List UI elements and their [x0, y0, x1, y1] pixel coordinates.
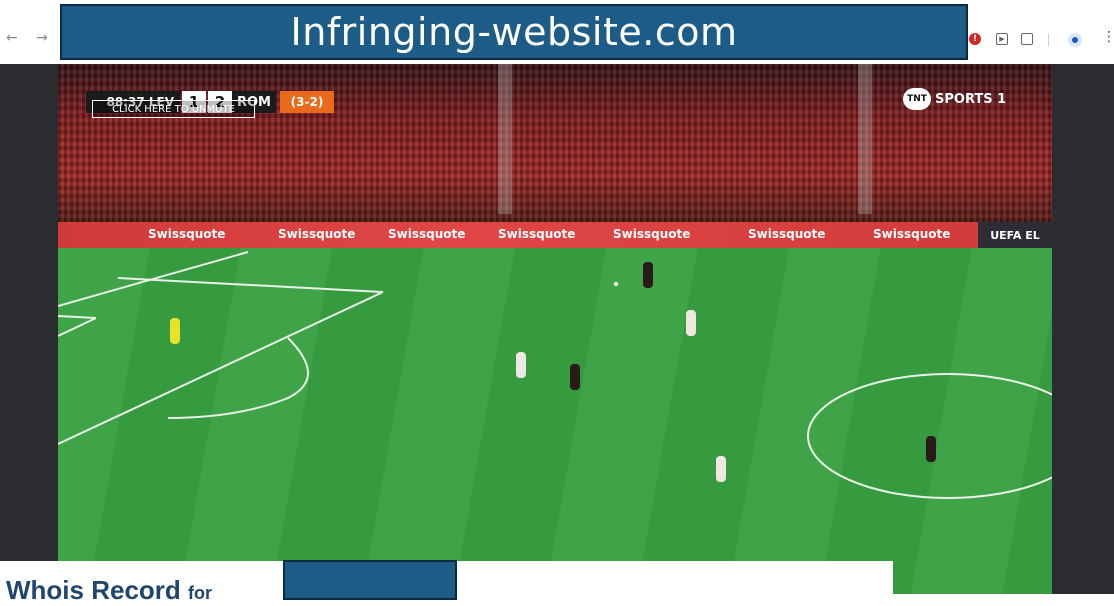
football-pitch [58, 248, 1052, 594]
ad-board: Swissquote Swissquote Swissquote Swissqu… [58, 222, 1052, 248]
stadium-stairs [498, 64, 512, 214]
unmute-button[interactable]: CLICK HERE TO UNMUTE [92, 100, 255, 118]
whois-heading: Whois Record for [6, 575, 212, 606]
extensions-icon[interactable] [1021, 33, 1033, 45]
player [643, 262, 653, 288]
ad-text: Swissquote [278, 227, 356, 241]
browser-toolbar: ← → Infringing-website.com ! ▶ ⋮ [0, 0, 1114, 64]
ad-text: Swissquote [613, 227, 691, 241]
aggregate-score: (3-2) [280, 91, 334, 113]
whois-title-text: Whois Record [6, 575, 181, 605]
ad-text: Swissquote [388, 227, 466, 241]
stadium-stairs [858, 64, 872, 214]
player [516, 352, 526, 378]
ad-text: Swissquote [873, 227, 951, 241]
profile-icon[interactable] [1068, 33, 1082, 47]
domain-redaction-box [283, 560, 457, 600]
alert-icon[interactable]: ! [969, 33, 981, 45]
forward-arrow-icon[interactable]: → [36, 28, 48, 48]
ad-text: Swissquote [148, 227, 226, 241]
uefa-board-label: UEFA EL [978, 222, 1052, 248]
media-control-icon[interactable]: ▶ [996, 33, 1008, 45]
tnt-logo-icon: TNT [903, 88, 931, 110]
broadcaster-channel: SPORTS 1 [935, 91, 1007, 107]
pitch-lines [58, 251, 1052, 499]
kebab-menu-icon[interactable]: ⋮ [1102, 29, 1114, 45]
whois-for-text: for [188, 583, 213, 603]
url-banner-text: Infringing-website.com [290, 10, 738, 54]
ad-text: Swissquote [498, 227, 576, 241]
player [570, 364, 580, 390]
back-arrow-icon[interactable]: ← [6, 28, 18, 48]
player [716, 456, 726, 482]
player [686, 310, 696, 336]
ad-text: Swissquote [748, 227, 826, 241]
broadcaster-logo: TNT SPORTS 1 [903, 88, 1006, 110]
video-player[interactable]: Swissquote Swissquote Swissquote Swissqu… [58, 64, 1052, 594]
toolbar-divider [1048, 34, 1049, 46]
player [170, 318, 180, 344]
unmute-label: CLICK HERE TO UNMUTE [112, 103, 235, 115]
url-redaction-banner: Infringing-website.com [60, 4, 968, 60]
ball [614, 282, 618, 286]
player [926, 436, 936, 462]
